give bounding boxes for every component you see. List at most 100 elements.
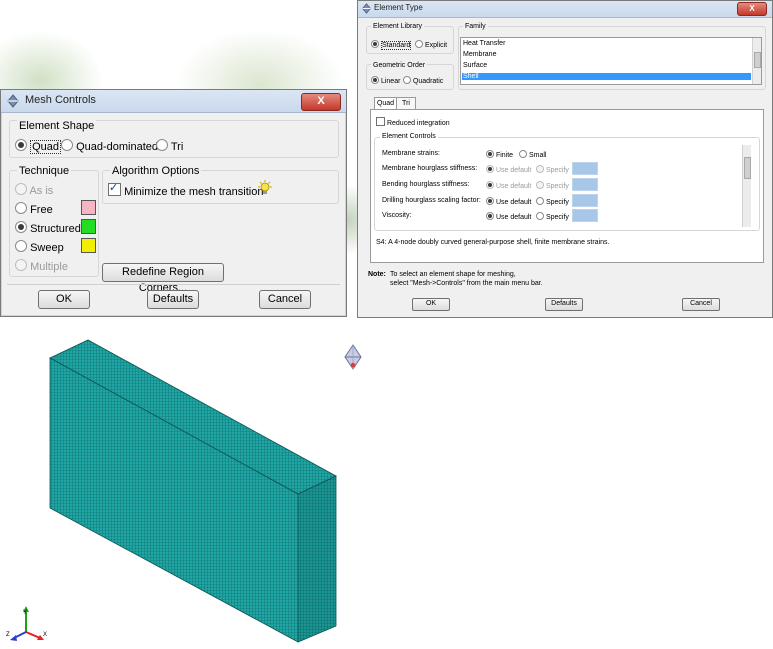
radio-icon: [536, 165, 544, 173]
axis-label-z: Z: [6, 632, 10, 638]
control-option-2[interactable]: Specify: [536, 197, 569, 206]
radio-icon: [15, 183, 27, 195]
checkbox-icon: [376, 117, 385, 126]
reduced-integration-checkbox[interactable]: Reduced integration: [376, 117, 450, 127]
technique-radio-free[interactable]: Free: [15, 202, 53, 216]
radio-icon: [536, 212, 544, 220]
control-option-2: Specify: [536, 181, 569, 190]
control-option-1[interactable]: Use default: [486, 197, 531, 206]
family-listbox[interactable]: Heat Transfer Membrane Surface Shell: [460, 37, 762, 85]
scrollbar-thumb[interactable]: [754, 52, 761, 68]
option-label: Small: [528, 152, 547, 159]
ok-button[interactable]: OK: [38, 290, 90, 309]
redefine-region-corners-button[interactable]: Redefine Region Corners...: [102, 263, 224, 294]
geometric-order-label: Geometric Order: [371, 62, 428, 69]
radio-icon: [536, 181, 544, 189]
technique-radio-as-is: As is: [15, 183, 53, 197]
family-item-membrane[interactable]: Membrane: [463, 51, 496, 58]
radio-icon: [415, 40, 423, 48]
radio-icon: [61, 139, 73, 151]
element-type-titlebar[interactable]: Element Type X: [358, 1, 772, 18]
option-label: Specify: [545, 183, 569, 190]
ok-button[interactable]: OK: [412, 298, 450, 311]
control-option-1: Use default: [486, 165, 531, 174]
control-option-2[interactable]: Specify: [536, 212, 569, 221]
meshed-solid-block: [49, 339, 337, 643]
option-label: Finite: [495, 152, 514, 159]
radio-selected-icon: [15, 139, 27, 151]
note-label: Note:: [368, 271, 386, 278]
cancel-button[interactable]: Cancel: [259, 290, 311, 309]
control-name: Membrane hourglass stiffness:: [382, 165, 478, 172]
viscosity-value-field[interactable]: [572, 209, 598, 222]
close-button[interactable]: X: [301, 93, 341, 111]
element-description: S4: A 4-node doubly curved general-purpo…: [376, 239, 610, 246]
minimize-transition-checkbox[interactable]: Minimize the mesh transition: [108, 181, 263, 198]
radio-selected-icon: [486, 165, 494, 173]
button-separator: [7, 284, 340, 285]
order-radio-quadratic[interactable]: Quadratic: [403, 76, 443, 85]
element-shape-label: Element Shape: [17, 120, 97, 132]
radio-selected-icon: [486, 181, 494, 189]
radio-icon: [519, 150, 527, 158]
element-controls-scrollbar[interactable]: [742, 145, 751, 227]
defaults-button[interactable]: Defaults: [545, 298, 583, 311]
coordinate-axes-triad: Y X Z: [6, 606, 47, 641]
technique-radio-multiple: Multiple: [15, 259, 68, 273]
lightbulb-icon[interactable]: [257, 180, 273, 196]
drilling-scaling-value-field[interactable]: [572, 194, 598, 207]
element-controls-label: Element Controls: [380, 133, 438, 140]
bending-hourglass-value-field[interactable]: [572, 178, 598, 191]
radio-selected-icon: [15, 221, 27, 233]
control-option-1[interactable]: Use default: [486, 212, 531, 221]
control-option-1: Use default: [486, 181, 531, 190]
view-orientation-icon[interactable]: [341, 343, 365, 373]
element-type-title: Element Type: [374, 3, 423, 12]
element-type-dialog: Element Type X Element Library Standard …: [357, 0, 773, 318]
technique-sweep-label: Sweep: [30, 242, 64, 254]
technique-radio-structured[interactable]: Structured: [15, 221, 81, 235]
order-linear-label: Linear: [380, 78, 401, 85]
control-option-1[interactable]: Finite: [486, 150, 513, 159]
abaqus-app-icon: [7, 94, 19, 108]
reduced-integration-label: Reduced integration: [386, 120, 450, 127]
library-radio-explicit[interactable]: Explicit: [415, 40, 447, 49]
family-item-heat-transfer[interactable]: Heat Transfer: [463, 40, 505, 47]
family-item-surface[interactable]: Surface: [463, 62, 487, 69]
radio-icon: [15, 202, 27, 214]
family-scrollbar[interactable]: [752, 38, 761, 84]
technique-radio-sweep[interactable]: Sweep: [15, 240, 64, 254]
shape-quad-dominated-label: Quad-dominated: [76, 141, 159, 153]
family-label: Family: [463, 23, 488, 30]
cancel-button[interactable]: Cancel: [682, 298, 720, 311]
free-color-swatch: [81, 200, 96, 215]
control-name: Bending hourglass stiffness:: [382, 181, 470, 188]
radio-selected-icon: [486, 197, 494, 205]
checkbox-checked-icon: [108, 181, 121, 196]
mesh-controls-titlebar[interactable]: Mesh Controls X: [1, 90, 346, 113]
tab-tri[interactable]: Tri: [396, 97, 416, 109]
sweep-color-swatch: [81, 238, 96, 253]
order-radio-linear[interactable]: Linear: [371, 76, 400, 85]
technique-structured-label: Structured: [30, 223, 81, 235]
radio-icon: [156, 139, 168, 151]
control-option-2[interactable]: Small: [519, 150, 546, 159]
close-button[interactable]: X: [737, 2, 767, 16]
mesh-controls-title: Mesh Controls: [25, 94, 96, 106]
shape-quad-label: Quad: [30, 140, 61, 154]
option-label: Specify: [545, 214, 569, 221]
family-item-shell[interactable]: Shell: [462, 73, 751, 80]
defaults-button[interactable]: Defaults: [147, 290, 199, 309]
shape-radio-quad-dominated[interactable]: Quad-dominated: [61, 139, 158, 153]
library-radio-standard[interactable]: Standard: [371, 40, 412, 50]
element-library-label: Element Library: [371, 23, 425, 30]
technique-free-label: Free: [30, 204, 53, 216]
option-label: Use default: [495, 214, 532, 221]
shape-radio-quad[interactable]: Quad: [15, 139, 61, 154]
note-text-line-2: select "Mesh->Controls" from the main me…: [390, 280, 543, 287]
membrane-hourglass-value-field[interactable]: [572, 162, 598, 175]
scrollbar-thumb[interactable]: [744, 157, 751, 179]
shape-radio-tri[interactable]: Tri: [156, 139, 183, 153]
option-label: Specify: [545, 167, 569, 174]
radio-icon: [15, 259, 27, 271]
